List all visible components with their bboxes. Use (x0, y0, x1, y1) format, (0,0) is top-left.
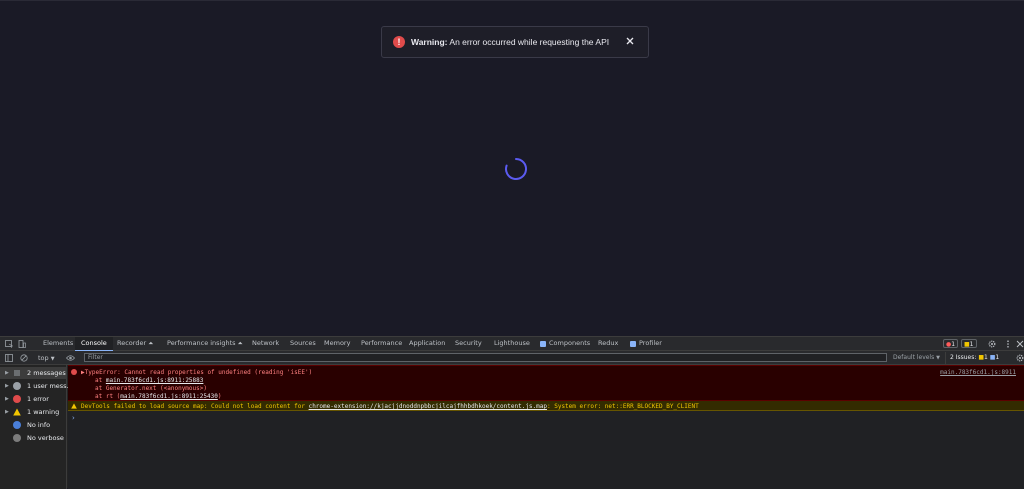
device-toolbar-icon[interactable] (18, 340, 26, 348)
more-options-icon[interactable] (1004, 340, 1012, 348)
info-icon (13, 421, 21, 429)
console-prompt[interactable]: › (72, 414, 75, 422)
console-toolbar: top ▼ Filter Default levels ▼ 2 Issues: … (0, 351, 1024, 365)
toast-message: An error occurred while requesting the A… (449, 37, 610, 47)
sidebar-toggle-icon[interactable] (5, 354, 13, 362)
tab-profiler[interactable]: Profiler (636, 337, 665, 350)
sidebar-item-messages[interactable]: ▶ 2 messages (0, 367, 67, 379)
eye-icon[interactable] (66, 354, 75, 362)
user-icon (13, 382, 21, 390)
tab-performance-insights[interactable]: Performance insights ⏶ (163, 337, 247, 350)
devtools-tabbar: Elements Console Recorder ⏶ Performance … (0, 337, 1024, 351)
error-count-badge[interactable]: ●1 (943, 339, 959, 348)
tab-components[interactable]: Components (546, 337, 593, 350)
close-devtools-icon[interactable] (1016, 340, 1024, 348)
tab-lighthouse[interactable]: Lighthouse (490, 337, 534, 350)
verbose-icon (13, 434, 21, 442)
log-levels-dropdown[interactable]: Default levels ▼ (893, 352, 940, 364)
console-settings-icon[interactable] (1016, 354, 1024, 362)
sidebar-item-warnings[interactable]: ▶ 1 warning (0, 406, 67, 418)
stack-line: at Generator.next (<anonymous>) (95, 385, 207, 392)
app-viewport: ! Warning: An error occurred while reque… (0, 0, 1024, 336)
tab-network[interactable]: Network (248, 337, 283, 350)
sidebar-item-verbose[interactable]: No verbose (0, 432, 67, 444)
tab-recorder[interactable]: Recorder ⏶ (113, 337, 157, 350)
tab-memory[interactable]: Memory (320, 337, 354, 350)
warning-icon (13, 408, 21, 416)
issues-button[interactable]: 2 Issues: ■1 ■1 (950, 352, 999, 364)
context-selector[interactable]: top ▼ (38, 352, 55, 365)
tab-sources[interactable]: Sources (286, 337, 320, 350)
tab-console[interactable]: Console (75, 337, 113, 351)
toast-title: Warning: (411, 37, 448, 47)
tab-elements[interactable]: Elements (39, 337, 77, 350)
warning-icon (71, 403, 77, 409)
error-icon (71, 369, 77, 375)
clear-console-icon[interactable] (20, 354, 28, 362)
console-sidebar: ▶ 2 messages ▶ 1 user mess... ▶ 1 error … (0, 365, 73, 489)
close-icon[interactable] (624, 35, 636, 47)
warning-count-badge[interactable]: ■1 (961, 339, 977, 348)
loading-spinner-icon (505, 158, 527, 180)
tab-redux[interactable]: Redux (594, 337, 622, 350)
sidebar-item-info[interactable]: No info (0, 419, 67, 431)
stack-line: at rt (main.783f6cd1.js:8911:25430) (95, 393, 222, 400)
console-error-message: ▶TypeError: Cannot read properties of un… (68, 365, 1024, 401)
error-source-link[interactable]: main.783f6cd1.js:8911 (940, 369, 1016, 376)
console-output: ▶TypeError: Cannot read properties of un… (68, 365, 1024, 489)
warning-text: DevTools failed to load source map: Coul… (81, 403, 699, 410)
sidebar-item-user-messages[interactable]: ▶ 1 user mess... (0, 380, 73, 392)
filter-input[interactable]: Filter (84, 353, 887, 362)
warning-toast: ! Warning: An error occurred while reque… (381, 26, 649, 58)
inspect-element-icon[interactable] (5, 340, 13, 348)
devtools-panel: Elements Console Recorder ⏶ Performance … (0, 336, 1024, 489)
tab-security[interactable]: Security (451, 337, 486, 350)
list-icon (14, 370, 20, 376)
tab-performance[interactable]: Performance (357, 337, 406, 350)
error-icon (13, 395, 21, 403)
error-text[interactable]: ▶TypeError: Cannot read properties of un… (81, 369, 312, 376)
console-warning-message: DevTools failed to load source map: Coul… (68, 401, 1024, 411)
sidebar-item-errors[interactable]: ▶ 1 error (0, 393, 67, 405)
tab-application[interactable]: Application (405, 337, 449, 350)
divider (945, 352, 946, 364)
gear-icon[interactable] (988, 340, 996, 348)
error-icon: ! (393, 36, 405, 48)
stack-line: at main.783f6cd1.js:8911:25883 (95, 377, 204, 384)
